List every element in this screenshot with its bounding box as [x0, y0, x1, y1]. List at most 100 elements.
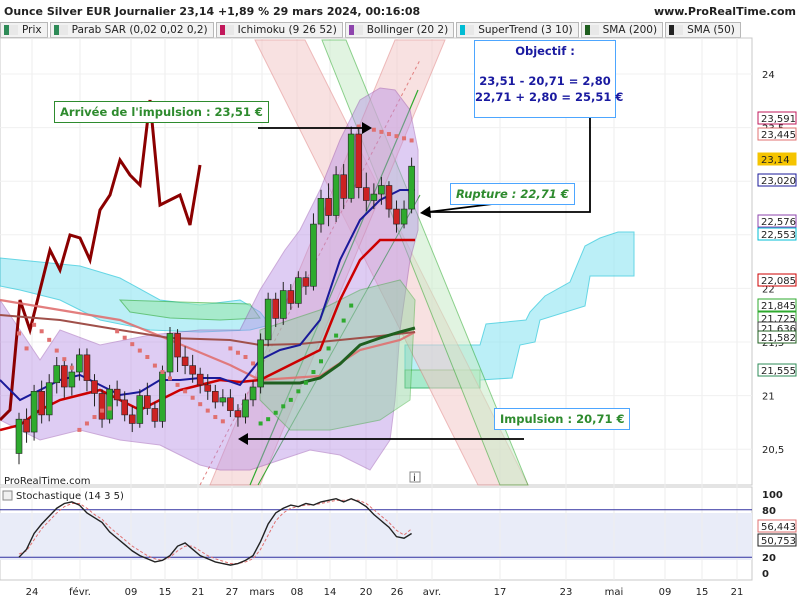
candle-body	[30, 391, 38, 433]
objectif-annotation: Objectif : 23,51 - 20,71 = 2,80 22,71 + …	[474, 40, 623, 118]
arrivee-annotation: Arrivée de l'impulsion : 23,51 €	[54, 101, 269, 123]
candle-body	[204, 384, 212, 392]
x-tick-label: 20	[360, 587, 373, 598]
candle-body	[38, 391, 45, 416]
sar-dot	[198, 402, 203, 407]
candle-body	[332, 174, 340, 216]
candle-body	[400, 208, 408, 225]
stoch-y-tick: 20	[762, 553, 776, 564]
x-tick-label: mars	[249, 587, 274, 598]
sar-dot	[47, 337, 52, 342]
price-label: 21,582	[761, 333, 796, 344]
candle-body	[242, 399, 249, 418]
candle-body	[15, 418, 23, 454]
info-icon: i	[413, 473, 416, 484]
price-label: 23,591	[761, 114, 796, 125]
sar-dot	[205, 408, 210, 413]
price-label: 23,020	[761, 176, 796, 187]
y-tick-label: 21	[762, 392, 775, 403]
y-tick-label: 20,5	[762, 445, 784, 456]
candle-body	[151, 408, 159, 422]
sar-dot	[130, 342, 135, 347]
sar-dot	[311, 370, 316, 375]
stochastic-label: Stochastique (14 3 5)	[16, 491, 124, 502]
price-label: 22,553	[761, 230, 796, 241]
objectif-line1: 23,51 - 20,71 = 2,80	[479, 74, 611, 88]
candle-body	[234, 410, 242, 418]
sar-dot	[115, 329, 120, 334]
sar-dot	[39, 329, 44, 334]
candle-body	[385, 185, 393, 210]
candle-body	[249, 386, 257, 401]
sar-dot	[17, 331, 21, 336]
x-tick-label: 23	[560, 587, 573, 598]
x-tick-label: 08	[291, 587, 304, 598]
candle-body	[325, 198, 332, 216]
candle-body	[378, 185, 385, 195]
candle-body	[310, 223, 317, 287]
candle-body	[279, 290, 287, 319]
candle-body	[393, 208, 400, 225]
stochastic-band	[0, 513, 752, 560]
sar-dot	[32, 322, 37, 327]
candle-body	[302, 277, 310, 287]
sar-dot	[145, 355, 150, 360]
candle-body	[45, 382, 53, 416]
stochastic-swatch-icon	[2, 490, 13, 501]
sar-dot	[175, 382, 180, 387]
sar-dot	[122, 335, 127, 340]
sar-dot	[183, 389, 188, 394]
watermark: ProRealTime.com	[4, 476, 90, 487]
candle-body	[53, 365, 61, 384]
price-label: 21,555	[761, 366, 796, 377]
sar-dot	[160, 370, 165, 375]
sar-dot	[379, 129, 384, 134]
price-label: 23,14	[761, 155, 790, 166]
candle-body	[355, 133, 363, 188]
sar-dot	[409, 138, 414, 143]
sar-dot	[100, 408, 105, 413]
candle-body	[68, 371, 76, 388]
sar-dot	[152, 363, 157, 368]
candle-body	[83, 354, 91, 381]
candle-body	[272, 298, 280, 319]
candle-body	[340, 174, 347, 199]
price-label: 21,845	[761, 301, 796, 312]
candle-body	[317, 198, 325, 225]
candle-body	[166, 333, 174, 373]
sar-dot	[288, 397, 293, 402]
x-tick-label: 15	[696, 587, 709, 598]
candle-body	[257, 339, 264, 388]
x-tick-label: 24	[26, 587, 39, 598]
sar-dot	[228, 346, 233, 351]
price-label: 22,085	[761, 276, 796, 287]
candle-body	[347, 133, 355, 199]
candle-body	[295, 277, 302, 304]
stoch-y-tick: 0	[762, 569, 769, 580]
x-tick-label: févr.	[69, 586, 91, 598]
x-tick-label: 21	[192, 587, 205, 598]
x-tick-label: 26	[391, 587, 404, 598]
sar-dot	[137, 348, 142, 353]
sar-dot	[92, 415, 97, 420]
y-tick-label: 24	[762, 70, 775, 81]
sar-dot	[334, 333, 339, 338]
sar-dot	[296, 389, 301, 394]
candle-body	[408, 165, 415, 210]
sar-dot	[190, 395, 195, 400]
candle-body	[121, 399, 128, 416]
sar-dot	[258, 421, 263, 426]
candle-body	[159, 371, 166, 422]
candle-body	[144, 395, 151, 409]
x-tick-label: 21	[731, 587, 744, 598]
candle-body	[196, 373, 204, 386]
sar-dot	[220, 419, 225, 424]
sar-dot	[266, 417, 271, 422]
candle-body	[189, 365, 196, 375]
rupture-annotation: Rupture : 22,71 €	[450, 183, 575, 205]
candle-body	[212, 391, 219, 403]
candle-body	[98, 393, 106, 420]
candle-body	[136, 395, 144, 424]
candle-body	[181, 356, 189, 366]
sar-dot	[371, 127, 376, 132]
